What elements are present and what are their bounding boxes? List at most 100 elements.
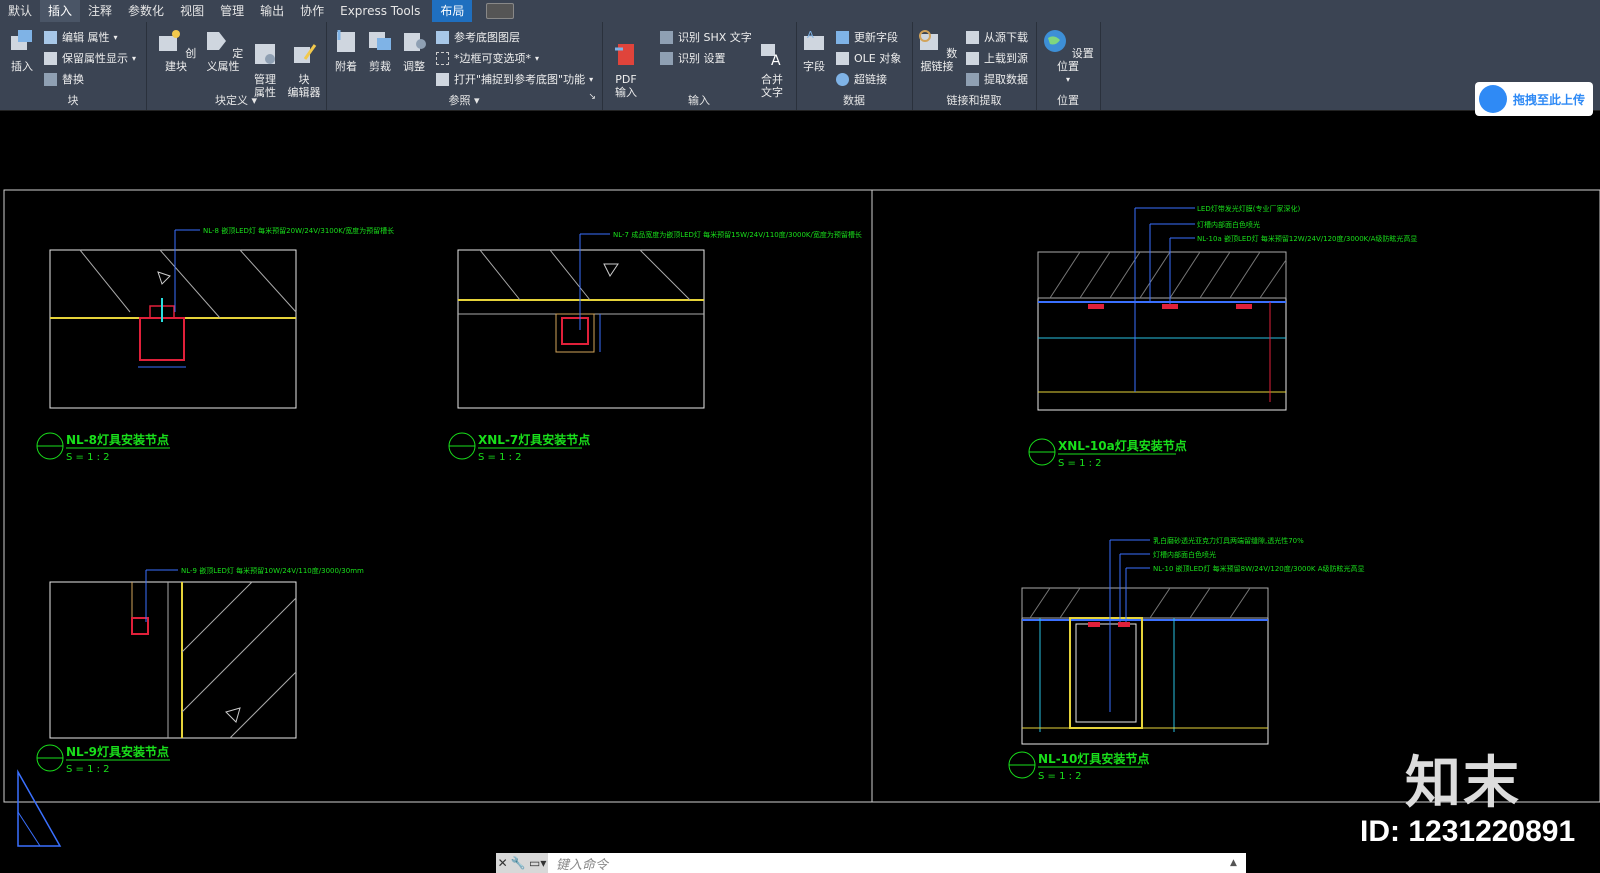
- ribbon: 插入 编辑 属性 ▾ 保留属性显示 ▾ 替换 块 创建块 定义属性 管理 属性 块 …: [0, 22, 1600, 116]
- shx-icon: [660, 30, 673, 44]
- tab-view[interactable]: 视图: [172, 0, 212, 22]
- cloud-upload-icon: [1479, 85, 1507, 113]
- tab-parametric[interactable]: 参数化: [120, 0, 172, 22]
- download-from-source-button[interactable]: 从源下载: [966, 28, 1028, 46]
- replace-button[interactable]: 替换: [44, 70, 84, 88]
- tab-insert[interactable]: 插入: [40, 0, 81, 22]
- panel-data: A 字段 更新字段 OLE 对象 超链接 数据: [796, 22, 913, 110]
- hyperlink-icon: [836, 72, 849, 86]
- command-line-tools: ✕ 🔧 ▭▾: [496, 853, 548, 873]
- data-link-icon: [918, 30, 938, 50]
- svg-text:A: A: [771, 53, 781, 67]
- insert-button[interactable]: 插入: [4, 28, 40, 73]
- command-input[interactable]: 键入命令: [548, 854, 1230, 873]
- hyperlink-button[interactable]: 超链接: [836, 70, 887, 88]
- drag-upload-button[interactable]: 拖拽至此上传: [1475, 82, 1593, 116]
- set-location-button[interactable]: 设置位置 ▾: [1040, 28, 1096, 86]
- adjust-icon: [404, 33, 426, 51]
- create-block-button[interactable]: 创建块: [154, 28, 198, 73]
- tab-annotate[interactable]: 注释: [80, 0, 120, 22]
- title-nl-9: NL-9灯具安装节点 S = 1 : 2: [36, 744, 170, 775]
- attach-icon: [337, 30, 355, 52]
- watermark-id: ID: 1231220891: [1360, 815, 1576, 848]
- extract-data-button[interactable]: 提取数据: [966, 70, 1028, 88]
- title-nl-8: NL-8灯具安装节点 S = 1 : 2: [36, 432, 170, 463]
- recognize-shx-text-button[interactable]: 识别 SHX 文字: [660, 28, 752, 46]
- detail-title: NL-10灯具安装节点: [1038, 751, 1149, 766]
- panel-title-reference: 参照 ▾ ↘: [448, 92, 596, 107]
- command-prompt-icon[interactable]: ▭▾: [529, 856, 546, 870]
- frame-icon: [436, 51, 449, 65]
- detail-note: 灯槽内部面白色喷光: [1153, 550, 1216, 559]
- manage-attribute-icon: [255, 44, 275, 64]
- frame-variable-dropdown[interactable]: *边框可变选项* ▾: [436, 49, 539, 67]
- data-link-button[interactable]: 数据链接: [914, 28, 960, 73]
- pdf-import-button[interactable]: PDF 输入: [606, 28, 646, 99]
- merge-text-button[interactable]: A 合并 文字: [754, 28, 790, 99]
- panel-title-data: 数据: [843, 94, 865, 107]
- detail-xnl-7: NL-7 成品宽度为嵌顶LED灯 每米预留15W/24V/110度/3000K/…: [457, 230, 862, 409]
- panel-title-block: 块: [67, 94, 79, 107]
- tab-express-tools[interactable]: Express Tools: [332, 0, 428, 22]
- ole-icon: [836, 51, 849, 65]
- detail-note: NL-7 成品宽度为嵌顶LED灯 每米预留15W/24V/110度/3000K/…: [613, 230, 862, 239]
- adjust-button[interactable]: 调整: [398, 28, 430, 73]
- field-button[interactable]: A 字段: [798, 28, 830, 73]
- chevron-up-icon[interactable]: ▲: [1230, 858, 1246, 868]
- svg-text:A: A: [807, 30, 814, 41]
- panel-block: 插入 编辑 属性 ▾ 保留属性显示 ▾ 替换 块: [0, 22, 147, 110]
- detail-scale: S = 1 : 2: [66, 764, 110, 775]
- detail-note: 灯槽内部面白色喷光: [1197, 220, 1260, 229]
- detail-scale: S = 1 : 2: [1038, 771, 1082, 782]
- close-icon[interactable]: ✕: [498, 856, 508, 870]
- tab-manage[interactable]: 管理: [212, 0, 252, 22]
- block-editor-icon: [294, 44, 317, 63]
- tab-default[interactable]: 默认: [0, 0, 40, 22]
- tab-layout[interactable]: 布局: [432, 0, 473, 22]
- recognize-settings-button[interactable]: 识别 设置: [660, 49, 726, 67]
- ole-object-button[interactable]: OLE 对象: [836, 49, 901, 67]
- snap-to-underlay-dropdown[interactable]: 打开"捕捉到参考底图"功能 ▾: [436, 70, 593, 88]
- detail-nl-8: NL-8 嵌顶LED灯 每米预留20W/24V/3100K/宽度为预留槽长: [49, 226, 394, 409]
- title-nl-10: NL-10灯具安装节点 S = 1 : 2: [1008, 751, 1149, 782]
- panel-title-block-definition: 块定义 ▾: [214, 94, 258, 107]
- detail-scale: S = 1 : 2: [66, 452, 110, 463]
- ribbon-tabbar: 默认 插入 注释 参数化 视图 管理 输出 协作 Express Tools 布…: [0, 0, 1600, 22]
- attach-button[interactable]: 附着: [330, 28, 362, 73]
- command-line: ✕ 🔧 ▭▾ 键入命令 ▲: [496, 853, 1246, 873]
- drawing-canvas[interactable]: NL-8 嵌顶LED灯 每米预留20W/24V/3100K/宽度为预留槽长 NL…: [0, 112, 1600, 852]
- tab-output[interactable]: 输出: [252, 0, 292, 22]
- wrench-icon[interactable]: 🔧: [511, 856, 526, 870]
- detail-xnl-10a: LED灯带发光灯膜(专业厂家深化) 灯槽内部面白色喷光 NL-10a 嵌顶LED…: [1037, 204, 1417, 411]
- panel-block-definition: 创建块 定义属性 管理 属性 块 编辑器 块定义 ▾: [146, 22, 327, 110]
- detail-title: XNL-7灯具安装节点: [478, 432, 590, 447]
- snap-icon: [436, 72, 449, 86]
- update-field-button[interactable]: 更新字段: [836, 28, 898, 46]
- detail-note: NL-9 嵌顶LED灯 每米预留10W/24V/110度/3000/30mm: [181, 566, 364, 575]
- panel-reference: 附着 剪裁 调整 参考底图图层 *边框可变选项* ▾ 打开"捕捉到参考底图"功能 ▾…: [326, 22, 603, 110]
- panel-title-import: 输入: [688, 94, 710, 107]
- keep-attribute-display-button[interactable]: 保留属性显示 ▾: [44, 49, 136, 67]
- upload-icon: [966, 51, 979, 65]
- detail-nl-10: 乳白磨砂透光亚克力灯具两端留缝隙,透光性70% 灯槽内部面白色喷光 NL-10 …: [1021, 536, 1365, 745]
- clip-button[interactable]: 剪裁: [364, 28, 396, 73]
- detail-note: NL-8 嵌顶LED灯 每米预留20W/24V/3100K/宽度为预留槽长: [203, 226, 394, 235]
- panel-import: PDF 输入 识别 SHX 文字 识别 设置 A 合并 文字 输入: [602, 22, 797, 110]
- define-attribute-button[interactable]: 定义属性: [200, 28, 246, 73]
- underlay-layers-button[interactable]: 参考底图图层: [436, 28, 520, 46]
- field-icon: A: [804, 30, 824, 50]
- detail-note: NL-10 嵌顶LED灯 每米预留8W/24V/120度/3000K A级防眩光…: [1153, 564, 1365, 573]
- panel-location: 设置位置 ▾ 位置: [1036, 22, 1101, 110]
- panel-title-linking: 链接和提取: [946, 94, 1002, 107]
- tab-collaborate[interactable]: 协作: [292, 0, 332, 22]
- title-xnl-10a: XNL-10a灯具安装节点 S = 1 : 2: [1028, 438, 1187, 469]
- edit-attribute-button[interactable]: 编辑 属性 ▾: [44, 28, 118, 46]
- workspace-toggle-icon[interactable]: [486, 3, 515, 19]
- layers-icon: [436, 30, 449, 44]
- block-editor-button[interactable]: 块 编辑器: [284, 28, 324, 99]
- extract-icon: [966, 72, 979, 86]
- edit-attribute-icon: [44, 30, 57, 44]
- upload-to-source-button[interactable]: 上载到源: [966, 49, 1028, 67]
- pdf-icon: [615, 44, 634, 65]
- manage-attribute-button[interactable]: 管理 属性: [248, 28, 282, 99]
